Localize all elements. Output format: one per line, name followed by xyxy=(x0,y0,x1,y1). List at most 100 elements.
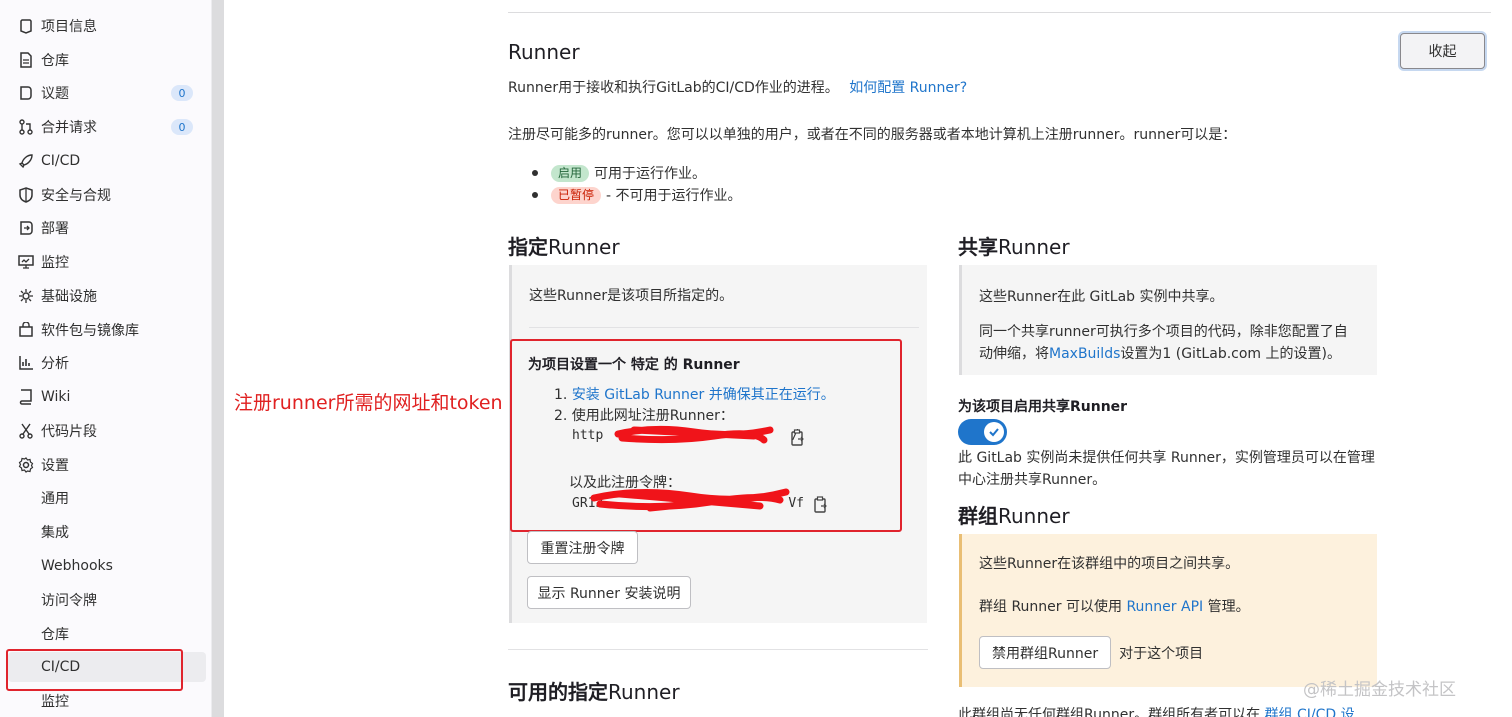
sidebar-item-infrastructure[interactable]: 基础设施 xyxy=(0,281,211,311)
title-bold: 可用的指定 xyxy=(508,680,608,704)
merge-request-icon xyxy=(17,118,35,136)
title-rest: Runner xyxy=(548,235,620,259)
sidebar-item-deployments[interactable]: 部署 xyxy=(0,213,211,243)
sidebar-item-issues[interactable]: 议题 0 xyxy=(0,78,211,108)
reset-token-button[interactable]: 重置注册令牌 xyxy=(527,531,638,564)
sidebar-item-label: 议题 xyxy=(41,86,69,102)
sidebar-item-label: 监控 xyxy=(41,255,69,271)
repository-icon xyxy=(17,51,35,69)
group-box-text-1: 这些Runner在该群组中的项目之间共享。 xyxy=(979,556,1240,572)
sidebar-item-label: 软件包与镜像库 xyxy=(41,323,139,339)
sidebar-item-snippets[interactable]: 代码片段 xyxy=(0,416,211,446)
sidebar: 项目信息 仓库 议题 0 合并请求 0 CI/CD 安全与合规 部署 监控 基础… xyxy=(0,0,212,717)
shared-runners-title: 共享Runner xyxy=(958,231,1070,260)
shared-box-text-2b: 设置为1 (GitLab.com 上的设置)。 xyxy=(1120,346,1341,362)
show-install-instructions-button[interactable]: 显示 Runner 安装说明 xyxy=(527,576,691,609)
annotation-highlight-registration xyxy=(510,339,902,532)
group-cicd-settings-link[interactable]: 群组 CI/CD 设 xyxy=(1265,707,1355,717)
sidebar-item-packages[interactable]: 软件包与镜像库 xyxy=(0,315,211,345)
sidebar-item-label: CI/CD xyxy=(41,153,81,169)
group-box-text-2a: 群组 Runner 可以使用 xyxy=(979,599,1122,615)
issues-icon xyxy=(17,84,35,102)
annotation-text: 注册runner所需的网址和token xyxy=(234,392,503,414)
runner-api-link[interactable]: Runner API xyxy=(1126,599,1203,615)
list-item: 已暂停 - 不可用于运行作业。 xyxy=(532,184,742,206)
sidebar-item-repository[interactable]: 仓库 xyxy=(0,45,211,75)
list-item: 启用 可用于运行作业。 xyxy=(532,162,742,184)
enable-shared-runners-toggle[interactable] xyxy=(958,419,1007,445)
bullet xyxy=(532,192,538,198)
sidebar-item-label: 仓库 xyxy=(41,53,69,69)
shared-box-text-1: 这些Runner在此 GitLab 实例中共享。 xyxy=(979,289,1224,305)
group-runners-box: 这些Runner在该群组中的项目之间共享。 群组 Runner 可以使用 Run… xyxy=(959,534,1377,687)
group-button-row: 禁用群组Runner 对于这个项目 xyxy=(979,636,1203,669)
shared-box-text-2: 同一个共享runner可执行多个项目的代码，除非您配置了自动伸缩，将MaxBui… xyxy=(979,321,1359,365)
sidebar-item-cicd[interactable]: CI/CD xyxy=(0,146,211,176)
sidebar-item-label: 代码片段 xyxy=(41,424,97,440)
sidebar-item-merge-requests[interactable]: 合并请求 0 xyxy=(0,112,211,142)
title-bold: 群组 xyxy=(958,504,998,528)
section-divider xyxy=(508,12,1491,13)
shared-runners-desc: 此 GitLab 实例尚未提供任何共享 Runner，实例管理员可以在管理中心注… xyxy=(958,450,1375,488)
collapse-button[interactable]: 收起 xyxy=(1400,33,1485,69)
title-bold: 共享 xyxy=(958,235,998,259)
runner-desc-text: Runner用于接收和执行GitLab的CI/CD作业的进程。 xyxy=(508,80,839,96)
status-paused-text: - 不可用于运行作业。 xyxy=(606,188,742,204)
title-rest: Runner xyxy=(998,235,1070,259)
watermark: @稀土掘金技术社区 xyxy=(1303,680,1456,700)
divider xyxy=(508,649,928,650)
available-specific-runners-title: 可用的指定Runner xyxy=(508,676,680,705)
gear-icon xyxy=(17,456,35,474)
sidebar-item-label: 分析 xyxy=(41,356,69,372)
sidebar-item-label: 项目信息 xyxy=(41,19,97,35)
status-badge-active: 启用 xyxy=(551,164,590,182)
runner-description: Runner用于接收和执行GitLab的CI/CD作业的进程。 如何配置 Run… xyxy=(508,77,967,97)
check-icon xyxy=(989,428,999,437)
how-to-configure-link[interactable]: 如何配置 Runner? xyxy=(849,80,967,96)
annotation-highlight-cicd xyxy=(6,649,183,691)
status-badge-paused: 已暂停 xyxy=(551,186,602,204)
sidebar-item-label: 基础设施 xyxy=(41,289,97,305)
title-bold: 指定 xyxy=(508,235,548,259)
info-icon xyxy=(17,17,35,35)
merge-requests-count-badge: 0 xyxy=(171,119,193,135)
divider xyxy=(529,327,919,328)
package-icon xyxy=(17,321,35,339)
disable-group-runners-button[interactable]: 禁用群组Runner xyxy=(979,636,1112,669)
group-runners-empty-text: 此群组尚无任何群组Runner。群组所有者可以在 群组 CI/CD 设 xyxy=(958,704,1355,717)
shield-icon xyxy=(17,186,35,204)
cloud-gear-icon xyxy=(17,287,35,305)
sidebar-item-security[interactable]: 安全与合规 xyxy=(0,180,211,210)
rocket-icon xyxy=(17,152,35,170)
title-rest: Runner xyxy=(998,504,1070,528)
book-icon xyxy=(17,388,35,406)
sidebar-item-project-info[interactable]: 项目信息 xyxy=(0,11,211,41)
section-title: Runner xyxy=(508,40,580,64)
sidebar-item-label: Wiki xyxy=(41,389,71,405)
settings-sub-webhooks[interactable]: Webhooks xyxy=(0,551,211,581)
group-empty-text: 此群组尚无任何群组Runner。群组所有者可以在 xyxy=(958,707,1261,717)
status-list: 启用 可用于运行作业。 已暂停 - 不可用于运行作业。 xyxy=(532,162,742,206)
settings-sub-access-tokens[interactable]: 访问令牌 xyxy=(0,585,211,615)
monitor-icon xyxy=(17,253,35,271)
for-this-project-text: 对于这个项目 xyxy=(1119,645,1204,662)
register-text: 注册尽可能多的runner。您可以以单独的用户，或者在不同的服务器或者本地计算机… xyxy=(508,127,1237,143)
chart-icon xyxy=(17,354,35,372)
toggle-knob xyxy=(984,422,1004,442)
shared-runners-box: 这些Runner在此 GitLab 实例中共享。 同一个共享runner可执行多… xyxy=(959,265,1377,375)
settings-sub-general[interactable]: 通用 xyxy=(0,483,211,513)
sidebar-item-monitor[interactable]: 监控 xyxy=(0,247,211,277)
sidebar-scrollbar[interactable] xyxy=(212,0,224,717)
maxbuilds-link[interactable]: MaxBuilds xyxy=(1049,346,1120,362)
sidebar-item-label: 合并请求 xyxy=(41,120,97,136)
group-runners-title: 群组Runner xyxy=(958,500,1070,529)
sidebar-item-wiki[interactable]: Wiki xyxy=(0,382,211,412)
sidebar-item-analytics[interactable]: 分析 xyxy=(0,348,211,378)
title-rest: Runner xyxy=(608,680,680,704)
sidebar-item-label: 设置 xyxy=(41,458,69,474)
settings-sub-repository[interactable]: 仓库 xyxy=(0,619,211,649)
scissors-icon xyxy=(17,422,35,440)
settings-sub-integrations[interactable]: 集成 xyxy=(0,517,211,547)
sidebar-item-settings[interactable]: 设置 xyxy=(0,450,211,480)
sidebar-item-label: 安全与合规 xyxy=(41,188,111,204)
